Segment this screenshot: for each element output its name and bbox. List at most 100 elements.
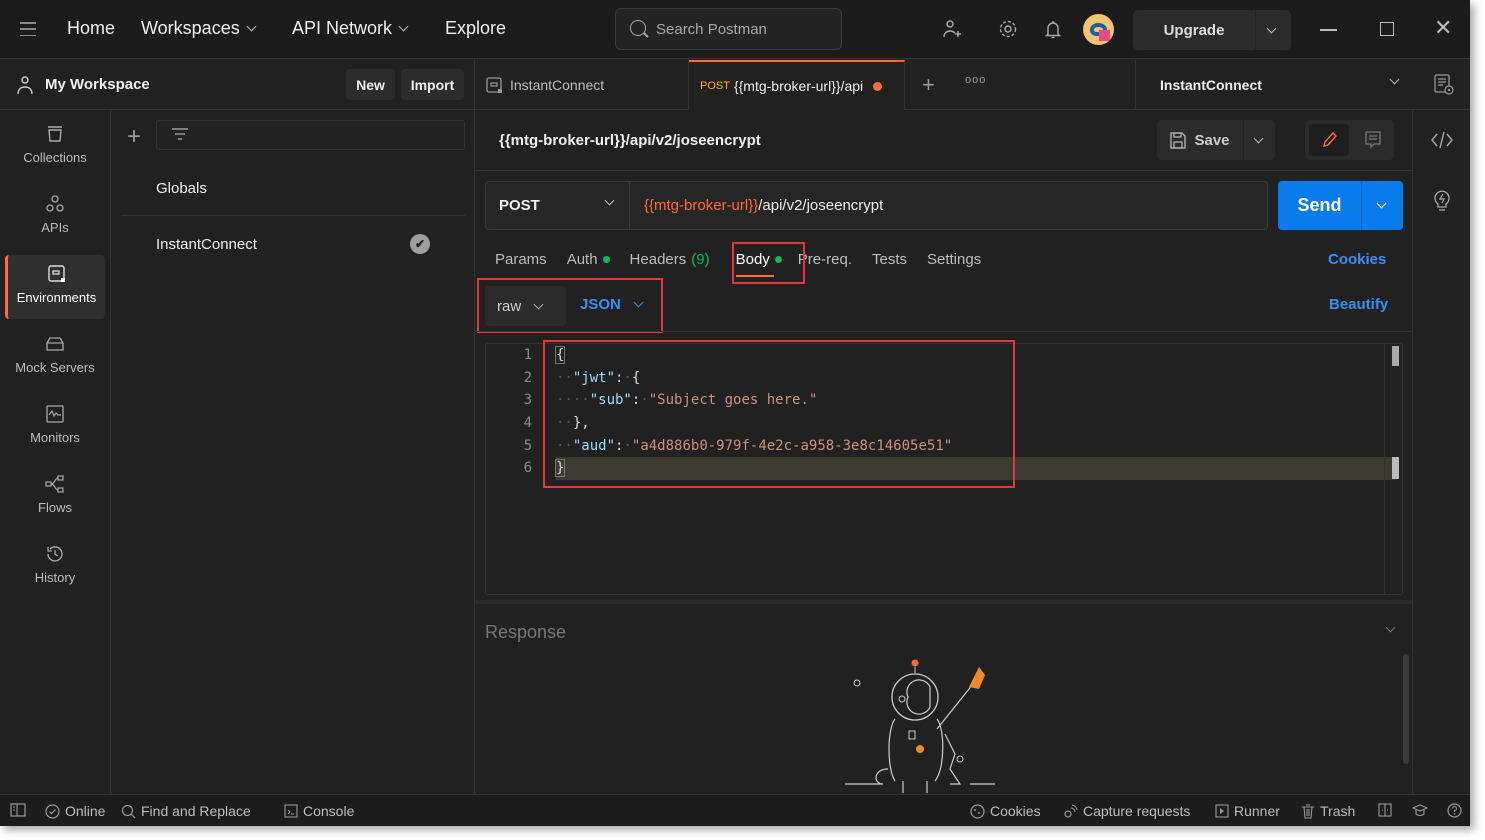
left-sidebar: Collections APIs Environments Mock Serve… bbox=[0, 110, 111, 794]
tab-label: InstantConnect bbox=[510, 77, 605, 93]
new-tab-icon[interactable]: + bbox=[922, 72, 935, 98]
add-environment-icon[interactable]: + bbox=[127, 123, 141, 151]
active-environment-check-icon[interactable]: ✔ bbox=[410, 234, 430, 254]
beautify-link[interactable]: Beautify bbox=[1329, 296, 1388, 313]
invite-user-icon[interactable] bbox=[941, 18, 963, 40]
chevron-down-icon[interactable] bbox=[1253, 133, 1264, 143]
toggle-sidebar-button[interactable] bbox=[10, 803, 26, 817]
capture-requests-button[interactable]: Capture requests bbox=[1063, 803, 1190, 819]
runner-button[interactable]: Runner bbox=[1215, 803, 1280, 819]
tab-instantconnect-environment[interactable]: InstantConnect bbox=[475, 60, 689, 110]
tab-settings[interactable]: Settings bbox=[927, 251, 981, 268]
import-button[interactable]: Import bbox=[401, 69, 464, 100]
more-tabs-icon[interactable]: ooo bbox=[965, 74, 986, 86]
close-icon[interactable]: ✕ bbox=[1434, 16, 1452, 40]
line-number: 1 bbox=[523, 347, 532, 363]
search-input[interactable]: Search Postman bbox=[615, 8, 842, 50]
sidebar-item-environments[interactable]: Environments bbox=[5, 255, 105, 319]
nav-workspaces[interactable]: Workspaces bbox=[141, 18, 257, 39]
sidebar-item-history[interactable]: History bbox=[5, 535, 105, 599]
environment-item-globals[interactable]: Globals bbox=[156, 180, 207, 197]
history-icon bbox=[47, 546, 63, 562]
tab-pre-request[interactable]: Pre-req. bbox=[798, 251, 852, 268]
bell-icon[interactable] bbox=[1042, 18, 1064, 40]
nav-api-network[interactable]: API Network bbox=[292, 18, 409, 39]
nav-label: Explore bbox=[445, 18, 507, 38]
request-title[interactable]: {{mtg-broker-url}}/api/v2/joseencrypt bbox=[499, 132, 761, 149]
send-button[interactable]: Send bbox=[1278, 181, 1403, 230]
tab-label: Headers bbox=[629, 251, 687, 268]
tab-headers[interactable]: Headers (9) bbox=[630, 251, 710, 268]
save-label: Save bbox=[1194, 131, 1230, 149]
environment-quick-look-icon[interactable] bbox=[1434, 74, 1454, 96]
maximize-icon[interactable] bbox=[1380, 22, 1394, 36]
online-status[interactable]: Online bbox=[45, 803, 105, 819]
lightbulb-icon[interactable] bbox=[1431, 188, 1453, 211]
save-button[interactable]: Save bbox=[1157, 120, 1275, 160]
environment-selector[interactable]: InstantConnect bbox=[1135, 60, 1470, 110]
method-select[interactable]: POST bbox=[486, 182, 630, 229]
chevron-down-icon[interactable] bbox=[1376, 198, 1387, 209]
two-pane-view-icon[interactable] bbox=[1378, 803, 1392, 817]
user-icon bbox=[17, 76, 33, 95]
response-title: Response bbox=[485, 622, 567, 642]
cookies-link[interactable]: Cookies bbox=[1328, 251, 1386, 268]
view-mode-toggle bbox=[1305, 120, 1394, 160]
sidebar-item-flows[interactable]: Flows bbox=[5, 465, 105, 529]
tab-label: Params bbox=[495, 251, 547, 268]
nav-home[interactable]: Home bbox=[67, 18, 115, 39]
trash-button[interactable]: Trash bbox=[1301, 803, 1355, 819]
console-button[interactable]: Console bbox=[284, 803, 354, 819]
runner-icon bbox=[1215, 804, 1229, 818]
menu-icon[interactable] bbox=[20, 22, 36, 36]
highlight-box-body-type bbox=[477, 278, 663, 333]
tab-label: Settings bbox=[927, 251, 982, 268]
edit-pencil-icon[interactable] bbox=[1309, 124, 1349, 156]
status-dot-icon bbox=[602, 256, 610, 263]
environments-icon bbox=[47, 265, 65, 282]
online-check-icon bbox=[45, 803, 60, 819]
right-sidebar bbox=[1412, 110, 1470, 794]
sidebar-item-collections[interactable]: Collections bbox=[5, 115, 105, 179]
chevron-down-icon bbox=[1389, 74, 1400, 85]
tab-tests[interactable]: Tests bbox=[872, 251, 907, 268]
environment-item-instantconnect[interactable]: InstantConnect bbox=[156, 236, 257, 253]
bootcamp-icon[interactable] bbox=[1412, 803, 1428, 817]
response-scrollbar[interactable] bbox=[1403, 654, 1409, 764]
sidebar-item-mock-servers[interactable]: Mock Servers bbox=[5, 325, 105, 389]
sidebar-item-monitors[interactable]: Monitors bbox=[5, 395, 105, 459]
sidebar-item-apis[interactable]: APIs bbox=[5, 185, 105, 249]
find-replace-button[interactable]: Find and Replace bbox=[121, 803, 251, 819]
sidebar-label: History bbox=[34, 570, 76, 585]
chevron-down-icon[interactable] bbox=[1266, 23, 1277, 33]
nav-explore[interactable]: Explore bbox=[445, 18, 506, 39]
nav-label: Home bbox=[67, 18, 116, 38]
minimize-icon[interactable] bbox=[1320, 29, 1337, 31]
tab-auth[interactable]: Auth bbox=[567, 251, 610, 268]
new-button[interactable]: New bbox=[346, 69, 395, 100]
code-snippet-icon[interactable] bbox=[1431, 130, 1453, 152]
help-icon[interactable] bbox=[1447, 803, 1462, 818]
chevron-down-icon bbox=[398, 21, 409, 32]
tab-params[interactable]: Params bbox=[495, 251, 547, 268]
highlight-box-body-tab bbox=[732, 242, 805, 284]
url-input[interactable]: {{mtg-broker-url}}/api/v2/joseencrypt bbox=[630, 182, 883, 229]
cookie-icon bbox=[970, 803, 985, 819]
url-bar: POST {{mtg-broker-url}}/api/v2/joseencry… bbox=[485, 181, 1268, 230]
upgrade-button[interactable]: Upgrade bbox=[1133, 10, 1291, 50]
url-variable: {{mtg-broker-url}} bbox=[644, 197, 759, 214]
send-label: Send bbox=[1297, 195, 1342, 215]
save-icon bbox=[1170, 131, 1187, 149]
comment-icon[interactable] bbox=[1357, 124, 1389, 156]
workspace-title[interactable]: My Workspace bbox=[45, 76, 150, 93]
environment-filter-input[interactable] bbox=[156, 120, 465, 150]
apis-icon bbox=[46, 195, 64, 212]
editor-scrollbar-thumb[interactable] bbox=[1392, 346, 1399, 366]
chevron-down-icon[interactable] bbox=[1385, 622, 1396, 633]
settings-icon[interactable] bbox=[997, 18, 1019, 40]
capture-icon bbox=[1064, 803, 1078, 818]
line-number: 2 bbox=[523, 369, 532, 386]
avatar[interactable] bbox=[1083, 14, 1114, 45]
cookies-button[interactable]: Cookies bbox=[970, 803, 1041, 819]
tab-post-request[interactable]: POST {{mtg-broker-url}}/api bbox=[689, 60, 905, 110]
